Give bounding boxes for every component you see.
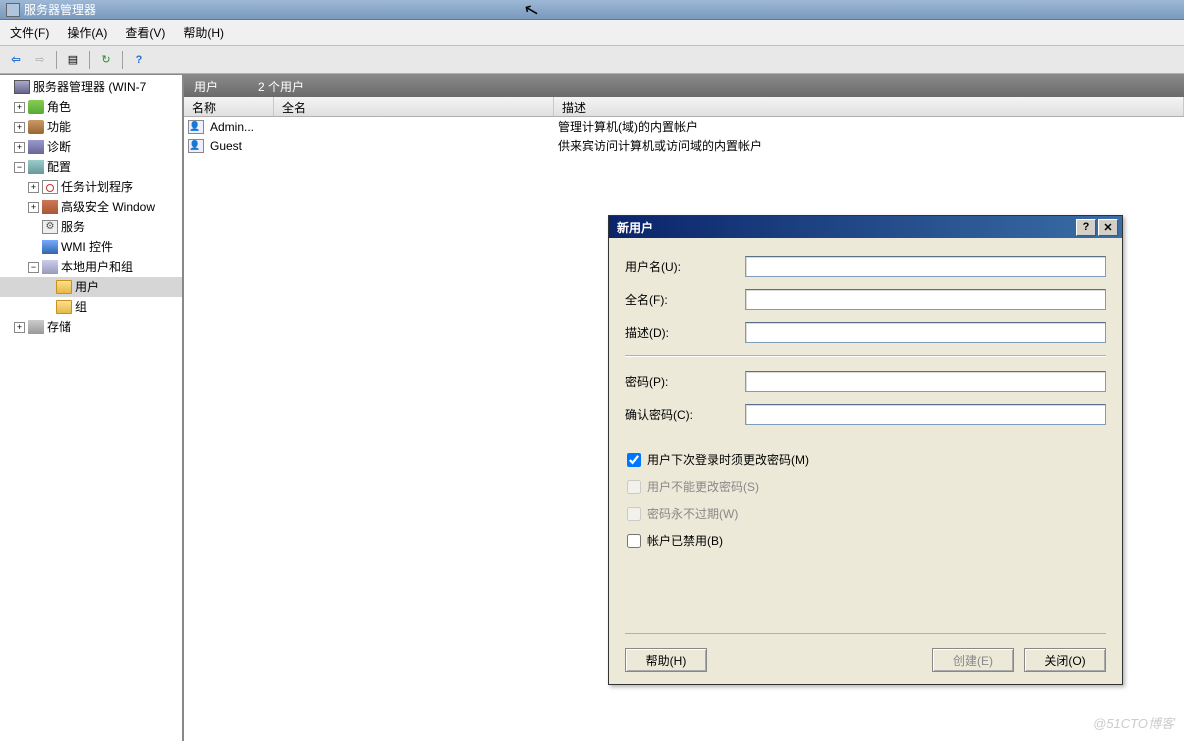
firewall-icon (42, 200, 58, 214)
toolbar-separator (56, 51, 57, 69)
new-user-dialog: 新用户 ? ✕ 用户名(U): 全名(F): 描述(D): 密码(P): 确认密… (608, 215, 1123, 685)
fullname-input[interactable] (745, 289, 1106, 310)
tree-users[interactable]: 用户 (0, 277, 182, 297)
list-row[interactable]: Admin... 管理计算机(域)的内置帐户 (184, 117, 1184, 136)
help-button[interactable]: 帮助(H) (625, 648, 707, 672)
tree-panel: 服务器管理器 (WIN-7 +角色 +功能 +诊断 −配置 +任务计划程序 +高… (0, 75, 184, 741)
col-name[interactable]: 名称 (184, 97, 274, 116)
tree-roles[interactable]: +角色 (0, 97, 182, 117)
window-title-text: 服务器管理器 (24, 1, 96, 18)
folder-icon (56, 300, 72, 314)
local-users-groups-icon (42, 260, 58, 274)
wmi-icon (42, 240, 58, 254)
config-icon (28, 160, 44, 174)
toolbar-separator (122, 51, 123, 69)
tree-local-users-groups[interactable]: −本地用户和组 (0, 257, 182, 277)
task-icon (42, 180, 58, 194)
folder-icon (56, 280, 72, 294)
dialog-help-button[interactable]: ? (1076, 219, 1096, 236)
watermark: @51CTO博客 (1093, 713, 1174, 732)
services-icon (42, 220, 58, 234)
col-fullname[interactable]: 全名 (274, 97, 554, 116)
desc-label: 描述(D): (625, 324, 745, 341)
tree-task-scheduler[interactable]: +任务计划程序 (0, 177, 182, 197)
dialog-titlebar[interactable]: 新用户 ? ✕ (609, 216, 1122, 238)
chk-never-expire (627, 507, 641, 521)
tree-wmi[interactable]: WMI 控件 (0, 237, 182, 257)
confirm-input[interactable] (745, 404, 1106, 425)
create-button[interactable]: 创建(E) (932, 648, 1014, 672)
confirm-label: 确认密码(C): (625, 406, 745, 423)
menu-file[interactable]: 文件(F) (10, 24, 49, 41)
back-button[interactable]: ⇦ (6, 50, 26, 70)
toolbar-separator (89, 51, 90, 69)
tree-features[interactable]: +功能 (0, 117, 182, 137)
features-icon (28, 120, 44, 134)
menubar: 文件(F) 操作(A) 查看(V) 帮助(H) (0, 20, 1184, 46)
desc-input[interactable] (745, 322, 1106, 343)
up-button[interactable]: ▤ (63, 50, 83, 70)
server-icon (14, 80, 30, 94)
chk-must-change[interactable] (627, 453, 641, 467)
menu-view[interactable]: 查看(V) (125, 24, 165, 41)
username-label: 用户名(U): (625, 258, 745, 275)
roles-icon (28, 100, 44, 114)
chk-cannot-change-label: 用户不能更改密码(S) (647, 478, 759, 495)
toolbar: ⇦ ⇨ ▤ ↻ ? (0, 46, 1184, 74)
diagnostics-icon (28, 140, 44, 154)
app-icon (6, 3, 20, 17)
menu-help[interactable]: 帮助(H) (183, 24, 224, 41)
content-title: 用户 (194, 78, 218, 95)
chk-never-expire-label: 密码永不过期(W) (647, 505, 738, 522)
dialog-title-text: 新用户 (617, 219, 653, 236)
user-icon (188, 120, 204, 134)
fullname-label: 全名(F): (625, 291, 745, 308)
tree-storage[interactable]: +存储 (0, 317, 182, 337)
close-button[interactable]: 关闭(O) (1024, 648, 1106, 672)
forward-button[interactable]: ⇨ (30, 50, 50, 70)
content-header: 用户 2 个用户 (184, 75, 1184, 97)
tree-config[interactable]: −配置 (0, 157, 182, 177)
help-toolbar-button[interactable]: ? (129, 50, 149, 70)
storage-icon (28, 320, 44, 334)
list-row[interactable]: Guest 供来宾访问计算机或访问域的内置帐户 (184, 136, 1184, 155)
username-input[interactable] (745, 256, 1106, 277)
dialog-close-button[interactable]: ✕ (1098, 219, 1118, 236)
divider (625, 355, 1106, 357)
window-titlebar: 服务器管理器 (0, 0, 1184, 20)
refresh-button[interactable]: ↻ (96, 50, 116, 70)
tree-groups[interactable]: 组 (0, 297, 182, 317)
list-header: 名称 全名 描述 (184, 97, 1184, 117)
tree-services[interactable]: 服务 (0, 217, 182, 237)
chk-disabled-label: 帐户已禁用(B) (647, 532, 723, 549)
password-input[interactable] (745, 371, 1106, 392)
password-label: 密码(P): (625, 373, 745, 390)
user-icon (188, 139, 204, 153)
chk-must-change-label: 用户下次登录时须更改密码(M) (647, 451, 809, 468)
menu-action[interactable]: 操作(A) (67, 24, 107, 41)
tree-root[interactable]: 服务器管理器 (WIN-7 (0, 77, 182, 97)
chk-cannot-change (627, 480, 641, 494)
tree-diagnostics[interactable]: +诊断 (0, 137, 182, 157)
chk-disabled[interactable] (627, 534, 641, 548)
content-count: 2 个用户 (258, 78, 304, 95)
col-desc[interactable]: 描述 (554, 97, 1184, 116)
tree-firewall[interactable]: +高级安全 Window (0, 197, 182, 217)
